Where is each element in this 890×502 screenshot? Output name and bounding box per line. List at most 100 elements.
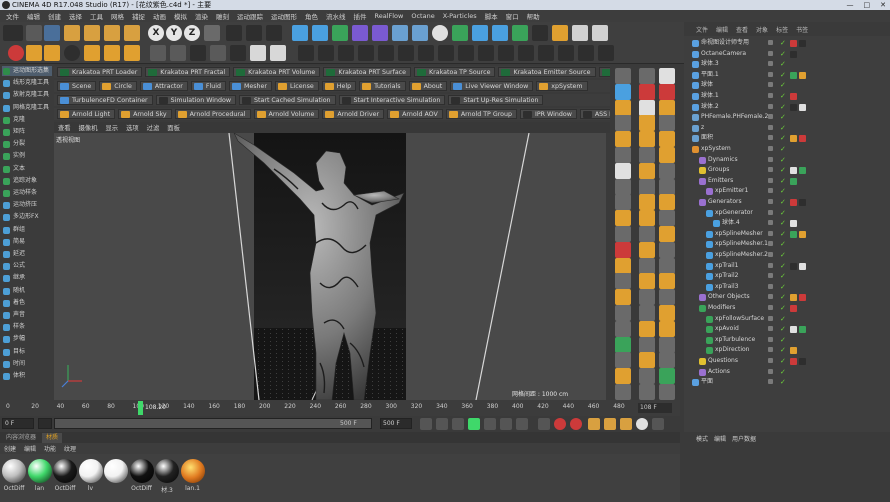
x-axis-button[interactable]: X (148, 25, 164, 41)
visibility-dot[interactable] (768, 358, 773, 363)
loop-button[interactable] (538, 418, 550, 430)
object-menu-item-1[interactable]: 编辑 (716, 25, 728, 34)
material-icon[interactable] (438, 45, 454, 61)
tool-icon-0-14[interactable] (615, 289, 631, 306)
tool-icon-0-15[interactable] (615, 305, 631, 321)
tool-icon-1-7[interactable] (639, 178, 655, 195)
enabled-check-icon[interactable]: ✓ (780, 367, 786, 378)
plugin-button-3-3[interactable]: Arnold Volume (253, 109, 320, 119)
tool-icon-0-17[interactable] (615, 336, 631, 353)
enabled-check-icon[interactable]: ✓ (780, 282, 786, 293)
enabled-check-icon[interactable]: ✓ (780, 261, 786, 272)
object-row[interactable]: 球体.4 ✓ (684, 218, 890, 229)
attribute-menu-item-2[interactable]: 用户数据 (732, 434, 756, 443)
deformer-icon[interactable] (372, 25, 388, 41)
palette-item-0[interactable]: 运动图形选集 (2, 66, 52, 76)
menu-item-15[interactable]: 插件 (350, 11, 371, 21)
tool-icon-0-0[interactable] (615, 68, 631, 84)
points-mode-icon[interactable] (84, 45, 100, 61)
character-icon[interactable] (598, 45, 614, 61)
plugin-button-0-2[interactable]: Krakatoa PRT Volume (233, 67, 321, 77)
enabled-check-icon[interactable]: ✓ (780, 345, 786, 356)
object-tag-icon[interactable] (790, 71, 797, 79)
tool-icon-0-19[interactable] (615, 368, 631, 385)
enabled-check-icon[interactable]: ✓ (780, 91, 786, 102)
plugin-button-1-7[interactable]: Tutorials (359, 81, 406, 91)
enabled-check-icon[interactable]: ✓ (780, 123, 786, 134)
visibility-dot[interactable] (768, 209, 773, 215)
enabled-check-icon[interactable]: ✓ (780, 165, 786, 176)
move-icon[interactable] (64, 25, 80, 41)
menu-item-6[interactable]: 捕捉 (128, 11, 149, 21)
render-picture-viewer-icon[interactable] (246, 25, 262, 41)
tool-icon-1-19[interactable] (639, 368, 655, 385)
material-swatch[interactable] (78, 459, 103, 483)
palette-item-17[interactable]: 继承 (2, 273, 52, 283)
tool-icon-2-11[interactable] (659, 241, 675, 258)
tool-icon-1-4[interactable] (639, 131, 655, 148)
snap-icon[interactable] (190, 45, 206, 61)
quantize-icon[interactable] (210, 45, 226, 61)
palette-item-12[interactable]: 多边形FX (2, 212, 52, 222)
tool-icon-1-12[interactable] (639, 257, 655, 274)
visibility-dot[interactable] (768, 124, 773, 130)
tool-icon-2-15[interactable] (659, 305, 675, 321)
tool-icon-2-16[interactable] (659, 320, 675, 337)
menu-item-12[interactable]: 运动图形 (267, 11, 301, 21)
tool-icon-1-5[interactable] (639, 147, 655, 163)
visibility-dot[interactable] (768, 71, 773, 77)
object-row[interactable]: OctaneCamera ✓ (684, 49, 890, 60)
object-tag-icon[interactable] (799, 262, 806, 270)
visibility-dot[interactable] (768, 283, 773, 289)
take-icon[interactable] (518, 45, 534, 61)
material-menu-item-3[interactable]: 纹理 (64, 444, 76, 453)
object-row[interactable]: xpTrail2 ✓ (684, 271, 890, 282)
plugin-button-1-1[interactable]: Circle (99, 81, 137, 91)
visibility-dot[interactable] (768, 93, 773, 98)
octane-settings-icon[interactable] (592, 25, 608, 41)
menu-item-16[interactable]: RealFlow (371, 12, 408, 20)
palette-item-18[interactable]: 随机 (2, 286, 52, 296)
object-tag-icon[interactable] (790, 50, 797, 58)
menu-item-0[interactable]: 文件 (2, 11, 23, 21)
plugin-button-3-2[interactable]: Arnold Procedural (174, 109, 251, 119)
playhead[interactable] (138, 401, 143, 415)
tool-icon-0-6[interactable] (615, 162, 631, 179)
object-row[interactable]: xpTrail3 ✓ (684, 282, 890, 293)
enabled-check-icon[interactable]: ✓ (780, 292, 786, 303)
tool-icon-0-2[interactable] (615, 99, 631, 116)
tool-icon-1-10[interactable] (639, 226, 655, 242)
tool-icon-1-2[interactable] (639, 99, 655, 116)
tool-icon-0-7[interactable] (615, 178, 631, 195)
model-mode-icon[interactable] (26, 45, 42, 61)
subdivision-icon[interactable] (332, 25, 348, 41)
key-scale-button[interactable] (604, 418, 616, 430)
viewport-menu-item-5[interactable]: 面板 (167, 123, 180, 132)
visibility-dot[interactable] (768, 167, 773, 173)
layer-icon[interactable] (478, 45, 494, 61)
xp-question-icon[interactable] (552, 25, 568, 41)
object-tag-icon[interactable] (790, 347, 797, 355)
object-row[interactable]: z ✓ (684, 123, 890, 134)
tool-icon-2-12[interactable] (659, 257, 675, 274)
object-row[interactable]: 球体.3 ✓ (684, 59, 890, 70)
object-row[interactable]: Dynamics ✓ (684, 155, 890, 166)
plugin-button-2-1[interactable]: Simulation Window (155, 95, 237, 105)
visibility-dot[interactable] (768, 273, 773, 279)
visibility-dot[interactable] (768, 156, 773, 162)
visibility-dot[interactable] (768, 315, 773, 321)
object-row[interactable]: Emitters ✓ (684, 176, 890, 187)
palette-item-14[interactable]: 简易 (2, 237, 52, 247)
object-tag-icon[interactable] (790, 262, 797, 270)
plugin-button-2-4[interactable]: Start Up-Res Simulation (448, 95, 544, 105)
visibility-dot[interactable] (768, 294, 773, 300)
attribute-menu-item-1[interactable]: 编辑 (714, 434, 726, 443)
object-row[interactable]: xpTrail1 ✓ (684, 261, 890, 272)
cube-icon[interactable] (292, 25, 308, 41)
next-frame-button[interactable] (484, 418, 496, 430)
visibility-dot[interactable] (768, 103, 773, 109)
plugin-button-1-6[interactable]: Help (321, 81, 357, 91)
coord-system-icon[interactable] (204, 25, 220, 41)
menu-item-20[interactable]: 窗口 (502, 11, 523, 21)
fcurve-icon[interactable] (318, 45, 334, 61)
